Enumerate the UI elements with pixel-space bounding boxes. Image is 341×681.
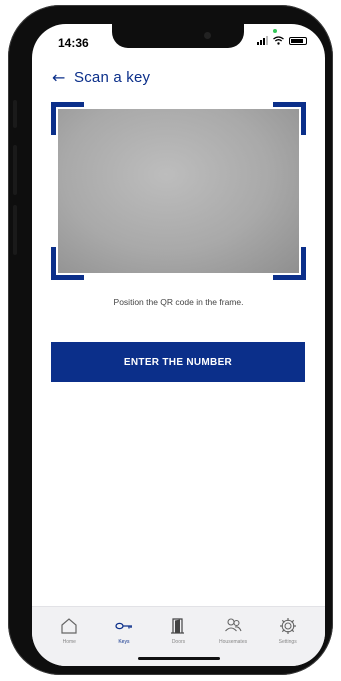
tab-label: Keys: [118, 639, 130, 645]
notch: [112, 24, 244, 48]
tab-home[interactable]: Home: [47, 607, 91, 666]
frame-corner-bottom-right: [273, 247, 306, 280]
volume-up-button: [13, 145, 17, 195]
wifi-icon: [273, 36, 284, 45]
phone-frame: 14:36 ← Scan a key Position the QR code …: [8, 5, 333, 675]
tab-label: Home: [62, 639, 76, 645]
tab-bar: Home Keys Doors Housemates Settings: [32, 606, 325, 666]
status-time: 14:36: [58, 36, 89, 50]
door-icon: [171, 618, 185, 634]
front-camera: [204, 32, 211, 39]
frame-corner-bottom-left: [51, 247, 84, 280]
tab-label: Doors: [171, 639, 186, 645]
gear-icon: [279, 618, 296, 634]
home-icon: [61, 618, 77, 634]
frame-corner-top-left: [51, 102, 84, 135]
battery-icon: [289, 37, 307, 45]
arrow-left-icon[interactable]: ←: [52, 68, 74, 87]
people-icon: [225, 618, 242, 632]
frame-corner-top-right: [273, 102, 306, 135]
page-title: Scan a key: [74, 69, 151, 86]
signal-icon: [257, 36, 268, 45]
home-indicator[interactable]: [138, 657, 220, 660]
enter-number-button[interactable]: ENTER THE NUMBER: [51, 342, 305, 382]
phone-screen: 14:36 ← Scan a key Position the QR code …: [32, 24, 325, 666]
qr-scanner-frame: [51, 102, 306, 280]
scanner-hint: Position the QR code in the frame.: [113, 297, 244, 307]
camera-preview: [58, 109, 299, 273]
mute-switch: [13, 100, 17, 128]
key-icon: [115, 622, 132, 630]
privacy-indicator-icon: [273, 29, 277, 33]
volume-down-button: [13, 205, 17, 255]
header: ← Scan a key: [52, 68, 150, 87]
status-icons: [257, 36, 307, 45]
tab-label: Settings: [278, 639, 297, 645]
tab-settings[interactable]: Settings: [266, 607, 310, 666]
tab-label: Housemates: [219, 639, 248, 645]
